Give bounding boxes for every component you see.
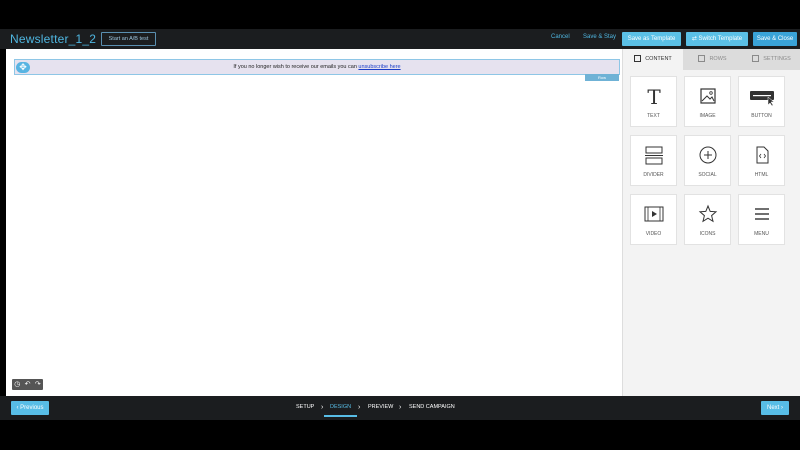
tile-button[interactable]: BUTTON — [738, 76, 785, 127]
tile-text-label: TEXT — [647, 113, 660, 119]
divider-icon — [631, 144, 676, 166]
tile-divider[interactable]: DIVIDER — [630, 135, 677, 186]
step-setup[interactable]: SETUP — [296, 404, 314, 410]
tab-rows-label: ROWS — [709, 56, 727, 62]
tab-rows[interactable]: ROWS — [683, 49, 742, 70]
tile-video-label: VIDEO — [645, 231, 662, 237]
social-icon — [685, 144, 730, 166]
unsubscribe-row[interactable]: ✥ If you no longer wish to receive our e… — [14, 59, 620, 81]
step-preview[interactable]: PREVIEW — [368, 404, 393, 410]
save-as-template-button[interactable]: Save as Template — [622, 32, 681, 46]
tab-settings[interactable]: SETTINGS — [742, 49, 800, 70]
svg-text:T: T — [647, 85, 661, 107]
step-send-campaign[interactable]: SEND CAMPAIGN — [409, 404, 455, 410]
tile-menu-label: MENU — [754, 231, 769, 237]
menu-icon — [739, 203, 784, 225]
tile-text[interactable]: T TEXT — [630, 76, 677, 127]
tile-button-label: BUTTON — [751, 113, 772, 119]
row-tag: Row — [585, 74, 619, 81]
tab-settings-label: SETTINGS — [763, 56, 791, 62]
star-icon — [685, 203, 730, 225]
button-icon — [739, 85, 784, 107]
text-icon: T — [631, 85, 676, 109]
undo-icon[interactable]: ↶ — [25, 379, 31, 390]
tile-menu[interactable]: MENU — [738, 194, 785, 245]
chevron-right-icon: › — [321, 404, 324, 411]
tile-html-label: HTML — [754, 172, 769, 178]
cancel-link[interactable]: Cancel — [551, 34, 570, 40]
video-icon — [631, 203, 676, 225]
tile-image-label: IMAGE — [699, 113, 716, 119]
campaign-title[interactable]: Newsletter_1_2 — [10, 32, 96, 46]
top-band — [0, 0, 800, 29]
redo-icon[interactable]: ↷ — [35, 379, 41, 390]
wizard-bar: ‹ Previous SETUP › DESIGN › PREVIEW › SE… — [0, 396, 800, 420]
history-controls: ◷ ↶ ↷ — [12, 379, 43, 390]
tile-icons-label: ICONS — [699, 231, 716, 237]
unsubscribe-text: If you no longer wish to receive our ema… — [15, 64, 619, 70]
chevron-right-icon: › — [358, 404, 361, 411]
html-icon — [739, 144, 784, 166]
save-close-button[interactable]: Save & Close — [753, 32, 797, 46]
chevron-right-icon: › — [399, 404, 402, 411]
app-root: Newsletter_1_2 Start an A/B test Cancel … — [0, 0, 800, 450]
tile-social[interactable]: SOCIAL — [684, 135, 731, 186]
content-panel: CONTENT ROWS SETTINGS T TEXT IMAGE BUTTO… — [622, 49, 800, 396]
tile-icons[interactable]: ICONS — [684, 194, 731, 245]
tile-divider-label: DIVIDER — [643, 172, 664, 178]
previous-button[interactable]: ‹ Previous — [11, 401, 49, 415]
settings-icon — [752, 54, 760, 62]
step-design[interactable]: DESIGN — [330, 404, 351, 410]
ab-test-button[interactable]: Start an A/B test — [101, 32, 156, 46]
tile-image[interactable]: IMAGE — [684, 76, 731, 127]
tab-content-label: CONTENT — [645, 56, 672, 62]
bottom-band — [0, 420, 800, 450]
history-icon[interactable]: ◷ — [14, 379, 20, 390]
rows-icon — [698, 54, 706, 62]
tile-html[interactable]: HTML — [738, 135, 785, 186]
image-icon — [685, 85, 730, 107]
active-step-underline — [324, 415, 357, 417]
panel-tabs: CONTENT ROWS SETTINGS — [623, 49, 800, 70]
unsubscribe-prefix: If you no longer wish to receive our ema… — [233, 64, 359, 70]
email-canvas[interactable]: ✥ If you no longer wish to receive our e… — [6, 49, 622, 396]
next-button[interactable]: Next › — [761, 401, 789, 415]
header-bar: Newsletter_1_2 Start an A/B test Cancel … — [0, 29, 800, 49]
grid-icon — [634, 54, 642, 62]
tile-social-label: SOCIAL — [698, 172, 717, 178]
tile-video[interactable]: VIDEO — [630, 194, 677, 245]
save-stay-link[interactable]: Save & Stay — [583, 34, 616, 40]
unsubscribe-link[interactable]: unsubscribe here — [358, 64, 400, 70]
switch-template-button[interactable]: ⇄ Switch Template — [686, 32, 748, 46]
tab-content[interactable]: CONTENT — [623, 49, 683, 70]
